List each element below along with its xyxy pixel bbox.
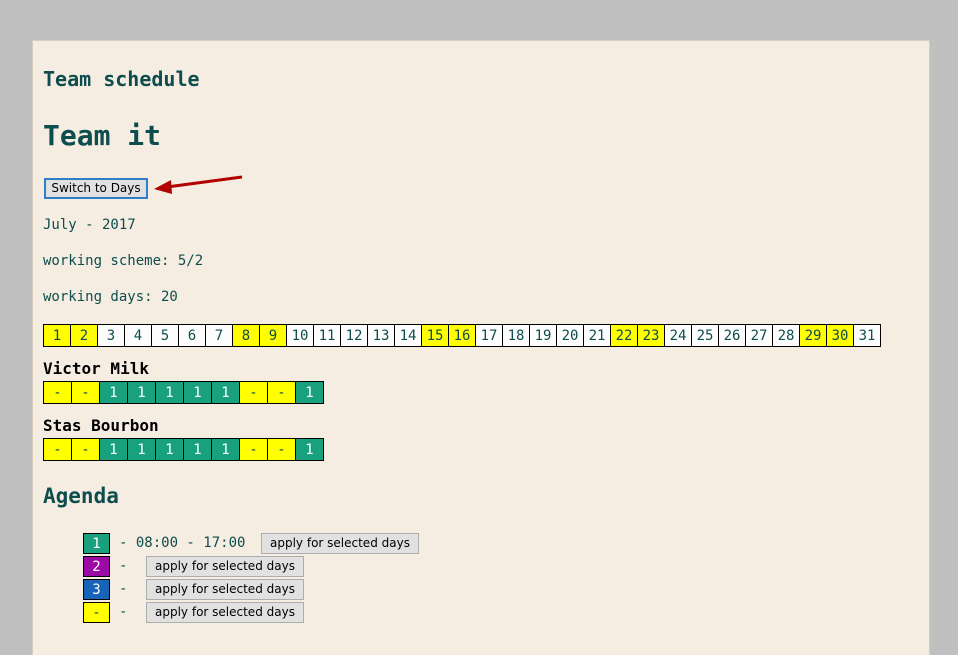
schedule-cell[interactable]: -	[43, 438, 72, 461]
day-cell[interactable]: 7	[205, 324, 233, 347]
schedule-cell[interactable]: -	[267, 381, 296, 404]
day-cell[interactable]: 3	[97, 324, 125, 347]
employee-name: Stas Bourbon	[43, 416, 159, 435]
day-cell[interactable]: 5	[151, 324, 179, 347]
day-cell[interactable]: 15	[421, 324, 449, 347]
day-cell[interactable]: 2	[70, 324, 98, 347]
schedule-cell[interactable]: 1	[183, 381, 212, 404]
day-cell[interactable]: 27	[745, 324, 773, 347]
schedule-cell[interactable]: 1	[99, 438, 128, 461]
agenda-shift-text: -	[119, 558, 128, 574]
day-cell[interactable]: 11	[313, 324, 341, 347]
schedule-cell[interactable]: 1	[127, 381, 156, 404]
employee-name: Victor Milk	[43, 359, 149, 378]
agenda-shift-text: - 08:00 - 17:00	[119, 535, 246, 551]
day-cell[interactable]: 9	[259, 324, 287, 347]
page-title: Team schedule	[43, 67, 200, 91]
schedule-cell[interactable]: -	[239, 438, 268, 461]
annotation-arrow-icon	[154, 175, 243, 194]
calendar-days-row: 1 2 3 4 5 6 7 8 9 10 11 12 13 14 15 16 17 18 19 20 21 22 23 24 2…	[43, 324, 881, 347]
schedule-cell[interactable]: 1	[155, 381, 184, 404]
schedule-cell[interactable]: -	[43, 381, 72, 404]
agenda-shift-text: -	[119, 604, 128, 620]
schedule-cell[interactable]: -	[239, 381, 268, 404]
working-days-label: working days: 20	[43, 289, 178, 305]
day-cell[interactable]: 4	[124, 324, 152, 347]
day-cell[interactable]: 25	[691, 324, 719, 347]
team-title: Team it	[43, 119, 162, 152]
schedule-cell[interactable]: -	[71, 381, 100, 404]
switch-to-days-button[interactable]: Switch to Days	[44, 178, 148, 199]
day-cell[interactable]: 12	[340, 324, 368, 347]
apply-selected-days-button[interactable]: apply for selected days	[261, 533, 419, 554]
agenda-swatch[interactable]: 3	[83, 579, 110, 600]
day-cell[interactable]: 31	[853, 324, 881, 347]
day-cell[interactable]: 24	[664, 324, 692, 347]
day-cell[interactable]: 19	[529, 324, 557, 347]
schedule-panel: Team schedule Team it Switch to Days Jul…	[32, 40, 930, 655]
agenda-swatch[interactable]: 2	[83, 556, 110, 577]
apply-selected-days-button[interactable]: apply for selected days	[146, 579, 304, 600]
day-cell[interactable]: 8	[232, 324, 260, 347]
schedule-cell[interactable]: 1	[211, 381, 240, 404]
day-cell[interactable]: 21	[583, 324, 611, 347]
agenda-swatch[interactable]: 1	[83, 533, 110, 554]
day-cell[interactable]: 22	[610, 324, 638, 347]
schedule-cell[interactable]: 1	[127, 438, 156, 461]
working-scheme-label: working scheme: 5/2	[43, 253, 204, 269]
day-cell[interactable]: 29	[799, 324, 827, 347]
schedule-cell[interactable]: 1	[183, 438, 212, 461]
day-cell[interactable]: 28	[772, 324, 800, 347]
day-cell[interactable]: 18	[502, 324, 530, 347]
day-cell[interactable]: 30	[826, 324, 854, 347]
schedule-cell[interactable]: -	[267, 438, 296, 461]
schedule-cell[interactable]: 1	[211, 438, 240, 461]
day-cell[interactable]: 13	[367, 324, 395, 347]
schedule-cell[interactable]: 1	[99, 381, 128, 404]
day-cell[interactable]: 6	[178, 324, 206, 347]
month-label: July - 2017	[43, 217, 136, 233]
day-cell[interactable]: 17	[475, 324, 503, 347]
agenda-title: Agenda	[43, 484, 119, 508]
day-cell[interactable]: 16	[448, 324, 476, 347]
schedule-cell[interactable]: 1	[155, 438, 184, 461]
employee-schedule-row: --11111--1	[43, 381, 324, 404]
schedule-cell[interactable]: 1	[295, 438, 324, 461]
apply-selected-days-button[interactable]: apply for selected days	[146, 556, 304, 577]
agenda-swatch[interactable]: -	[83, 602, 110, 623]
day-cell[interactable]: 23	[637, 324, 665, 347]
day-cell[interactable]: 26	[718, 324, 746, 347]
day-cell[interactable]: 10	[286, 324, 314, 347]
employee-schedule-row: --11111--1	[43, 438, 324, 461]
day-cell[interactable]: 1	[43, 324, 71, 347]
day-cell[interactable]: 20	[556, 324, 584, 347]
schedule-cell[interactable]: -	[71, 438, 100, 461]
schedule-cell[interactable]: 1	[295, 381, 324, 404]
agenda-shift-text: -	[119, 581, 128, 597]
apply-selected-days-button[interactable]: apply for selected days	[146, 602, 304, 623]
day-cell[interactable]: 14	[394, 324, 422, 347]
